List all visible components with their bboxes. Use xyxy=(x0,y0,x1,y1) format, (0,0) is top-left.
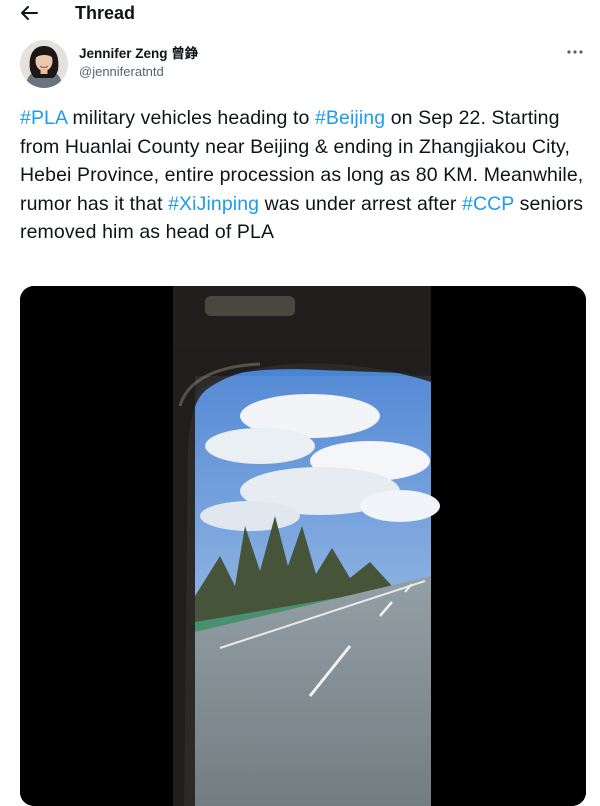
tweet-text: #PLA military vehicles heading to #Beiji… xyxy=(20,104,586,247)
hashtag-link[interactable]: #XiJinping xyxy=(168,193,259,215)
tweet-text-segment: military vehicles heading to xyxy=(67,107,315,129)
arrow-left-icon xyxy=(21,6,38,20)
video-frame xyxy=(20,286,586,806)
tweet-text-segment: was under arrest after xyxy=(259,192,462,215)
more-options-button[interactable] xyxy=(560,42,590,62)
hashtag-link[interactable]: #PLA xyxy=(20,107,67,129)
hashtag-link[interactable]: #CCP xyxy=(462,193,514,215)
ellipsis-icon xyxy=(567,50,583,54)
back-button[interactable] xyxy=(14,1,44,25)
author-handle[interactable]: @jenniferatntd xyxy=(79,64,164,79)
avatar[interactable] xyxy=(20,40,68,88)
tweet-video[interactable] xyxy=(20,286,586,806)
profile-photo xyxy=(20,40,68,88)
page-title: Thread xyxy=(75,3,136,23)
hashtag-link[interactable]: #Beijing xyxy=(315,107,385,129)
author-name[interactable]: Jennifer Zeng 曾錚 xyxy=(79,42,198,62)
thread-header: Thread xyxy=(0,0,600,26)
